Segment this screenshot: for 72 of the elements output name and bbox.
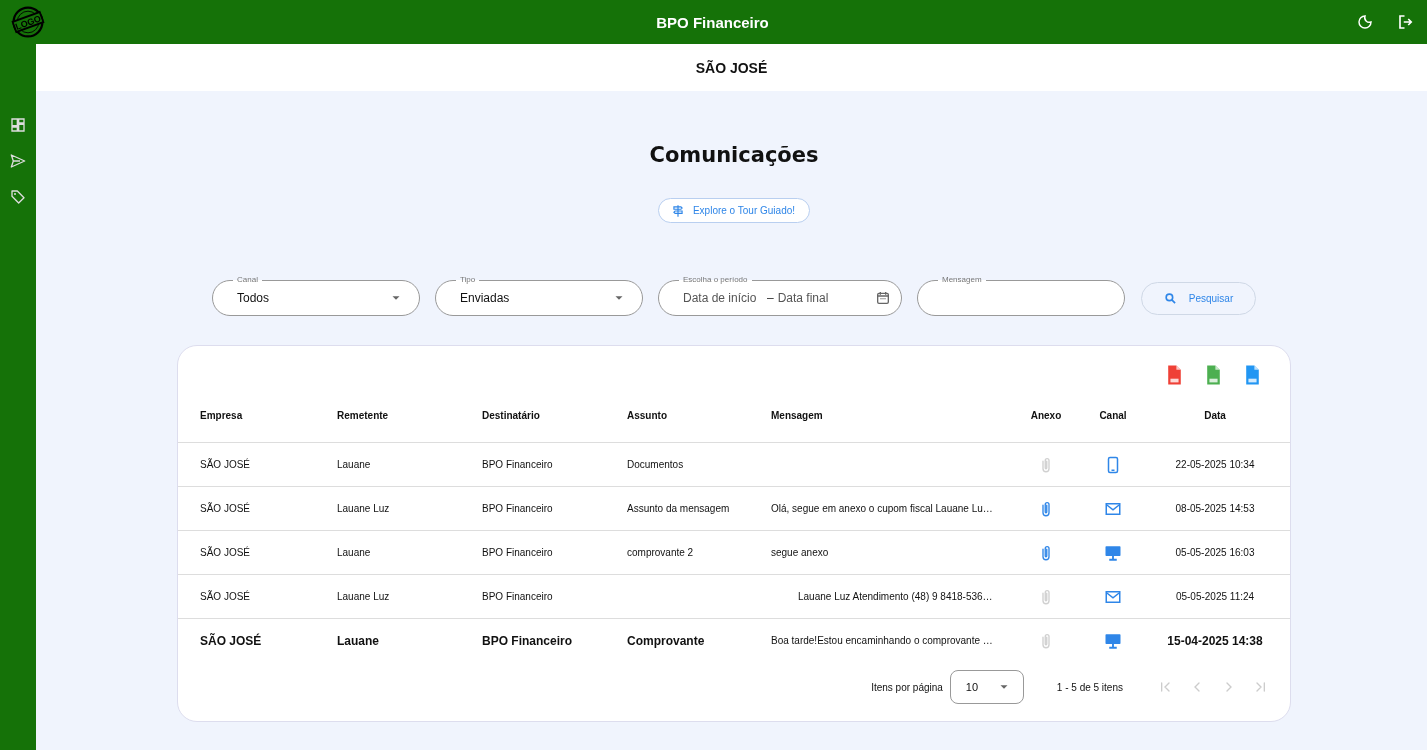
start-date-input[interactable]: Data de início — [683, 291, 763, 305]
dashboard-icon[interactable] — [10, 117, 26, 133]
table-cell: BPO Financeiro — [482, 590, 553, 602]
company-name: SÃO JOSÉ — [695, 59, 768, 76]
date-cell: 22-05-2025 10:34 — [1175, 458, 1255, 471]
field-label: Escolha o período — [679, 275, 752, 285]
search-button[interactable]: Pesquisar — [1141, 282, 1256, 315]
field-value: Todos — [237, 291, 270, 305]
page-range: 1 - 5 de 5 itens — [1056, 681, 1123, 693]
page-title: Comunicações — [649, 142, 819, 168]
field-value: Enviadas — [460, 291, 510, 305]
table-cell: Lauane Luz — [337, 590, 390, 602]
field-label: Mensagem — [938, 275, 986, 285]
tag-icon[interactable] — [10, 189, 26, 205]
table-cell: Lauane — [337, 546, 371, 558]
message-cell: Lauane Luz Atendimento (48) 9 8418-536… — [798, 590, 993, 602]
table-cell: BPO Financeiro — [482, 458, 553, 470]
column-header[interactable]: Canal — [1081, 409, 1145, 421]
end-date-input[interactable]: Data final — [777, 291, 858, 305]
signpost-icon — [670, 203, 685, 218]
column-header[interactable]: Anexo — [1011, 409, 1081, 421]
table-row[interactable]: SÃO JOSÉ Lauane BPO Financeiro Documentos 22-05-2025 10:34 — [178, 443, 1290, 487]
date-separator: – — [767, 291, 774, 305]
message-cell: Boa tarde!Estou encaminhando o comprovante … — [771, 634, 993, 646]
column-header[interactable]: Mensagem — [771, 409, 1011, 421]
moon-icon[interactable] — [1357, 14, 1373, 30]
column-header[interactable]: Assunto — [627, 409, 771, 421]
table-cell: Comprovante — [627, 633, 705, 648]
logo: LOGO — [10, 4, 46, 40]
app-title: BPO Financeiro — [656, 13, 769, 31]
excel-file-icon[interactable] — [1205, 364, 1222, 386]
date-cell: 15-04-2025 14:38 — [1167, 633, 1263, 648]
date-cell: 05-05-2025 11:24 — [1175, 590, 1255, 603]
table-cell: SÃO JOSÉ — [200, 590, 250, 602]
table-cell: SÃO JOSÉ — [200, 502, 250, 514]
table-row[interactable]: SÃO JOSÉ Lauane Luz BPO Financeiro Lauane Luz Atendimento (48) 9 8418-536… 05-05-2025 11:24 — [178, 575, 1290, 619]
table-cell: BPO Financeiro — [482, 546, 553, 558]
field-label: Tipo — [456, 275, 480, 285]
table-cell: Lauane — [337, 458, 371, 470]
page-size-select[interactable]: 10 — [949, 670, 1024, 704]
column-header[interactable]: Remetente — [337, 409, 482, 421]
table-cell: SÃO JOSÉ — [200, 546, 250, 558]
csv-file-icon[interactable] — [1244, 364, 1261, 386]
table-row[interactable]: SÃO JOSÉ Lauane BPO Financeiro Comprovante Boa tarde!Estou encaminhando o comprovante … 15-04-2025 14:38 — [178, 619, 1290, 662]
message-cell: Olá, segue em anexo o cupom fiscal Lauane Lu… — [771, 502, 993, 514]
pdf-file-icon[interactable] — [1166, 364, 1183, 386]
send-icon[interactable] — [10, 153, 26, 169]
column-header[interactable]: Destinatário — [482, 409, 627, 421]
search-icon — [1163, 292, 1177, 305]
tour-button[interactable]: Explore o Tour Guiado! — [657, 198, 811, 223]
table-cell: SÃO JOSÉ — [200, 633, 262, 648]
table-row[interactable]: SÃO JOSÉ Lauane BPO Financeiro comprovante 2 segue anexo 05-05-2025 16:03 — [178, 531, 1290, 575]
table-cell: BPO Financeiro — [482, 633, 573, 648]
logout-icon[interactable] — [1397, 13, 1415, 31]
column-header[interactable]: Empresa — [200, 409, 337, 421]
table-cell: Assunto da mensagem — [627, 502, 730, 514]
table-cell: BPO Financeiro — [482, 502, 553, 514]
table-cell: comprovante 2 — [627, 546, 694, 558]
column-header[interactable]: Data — [1145, 409, 1285, 421]
date-cell: 08-05-2025 14:53 — [1175, 502, 1255, 515]
field-label: Canal — [233, 275, 262, 285]
date-cell: 05-05-2025 16:03 — [1175, 546, 1255, 559]
calendar-icon[interactable] — [875, 290, 891, 306]
table-cell: SÃO JOSÉ — [200, 458, 250, 470]
table-row[interactable]: SÃO JOSÉ Lauane Luz BPO Financeiro Assunto da mensagem Olá, segue em anexo o cupom fiscal Lauane Lu… 08-05-2025 14:53 — [178, 487, 1290, 531]
table-cell: Lauane Luz — [337, 502, 390, 514]
monitor-icon — [1104, 631, 1122, 650]
monitor-icon — [1104, 543, 1122, 562]
message-cell: segue anexo — [771, 546, 829, 558]
table-cell: Documentos — [627, 458, 684, 470]
table-cell: Lauane — [337, 633, 379, 648]
page-size-label: Itens por página — [871, 681, 943, 693]
